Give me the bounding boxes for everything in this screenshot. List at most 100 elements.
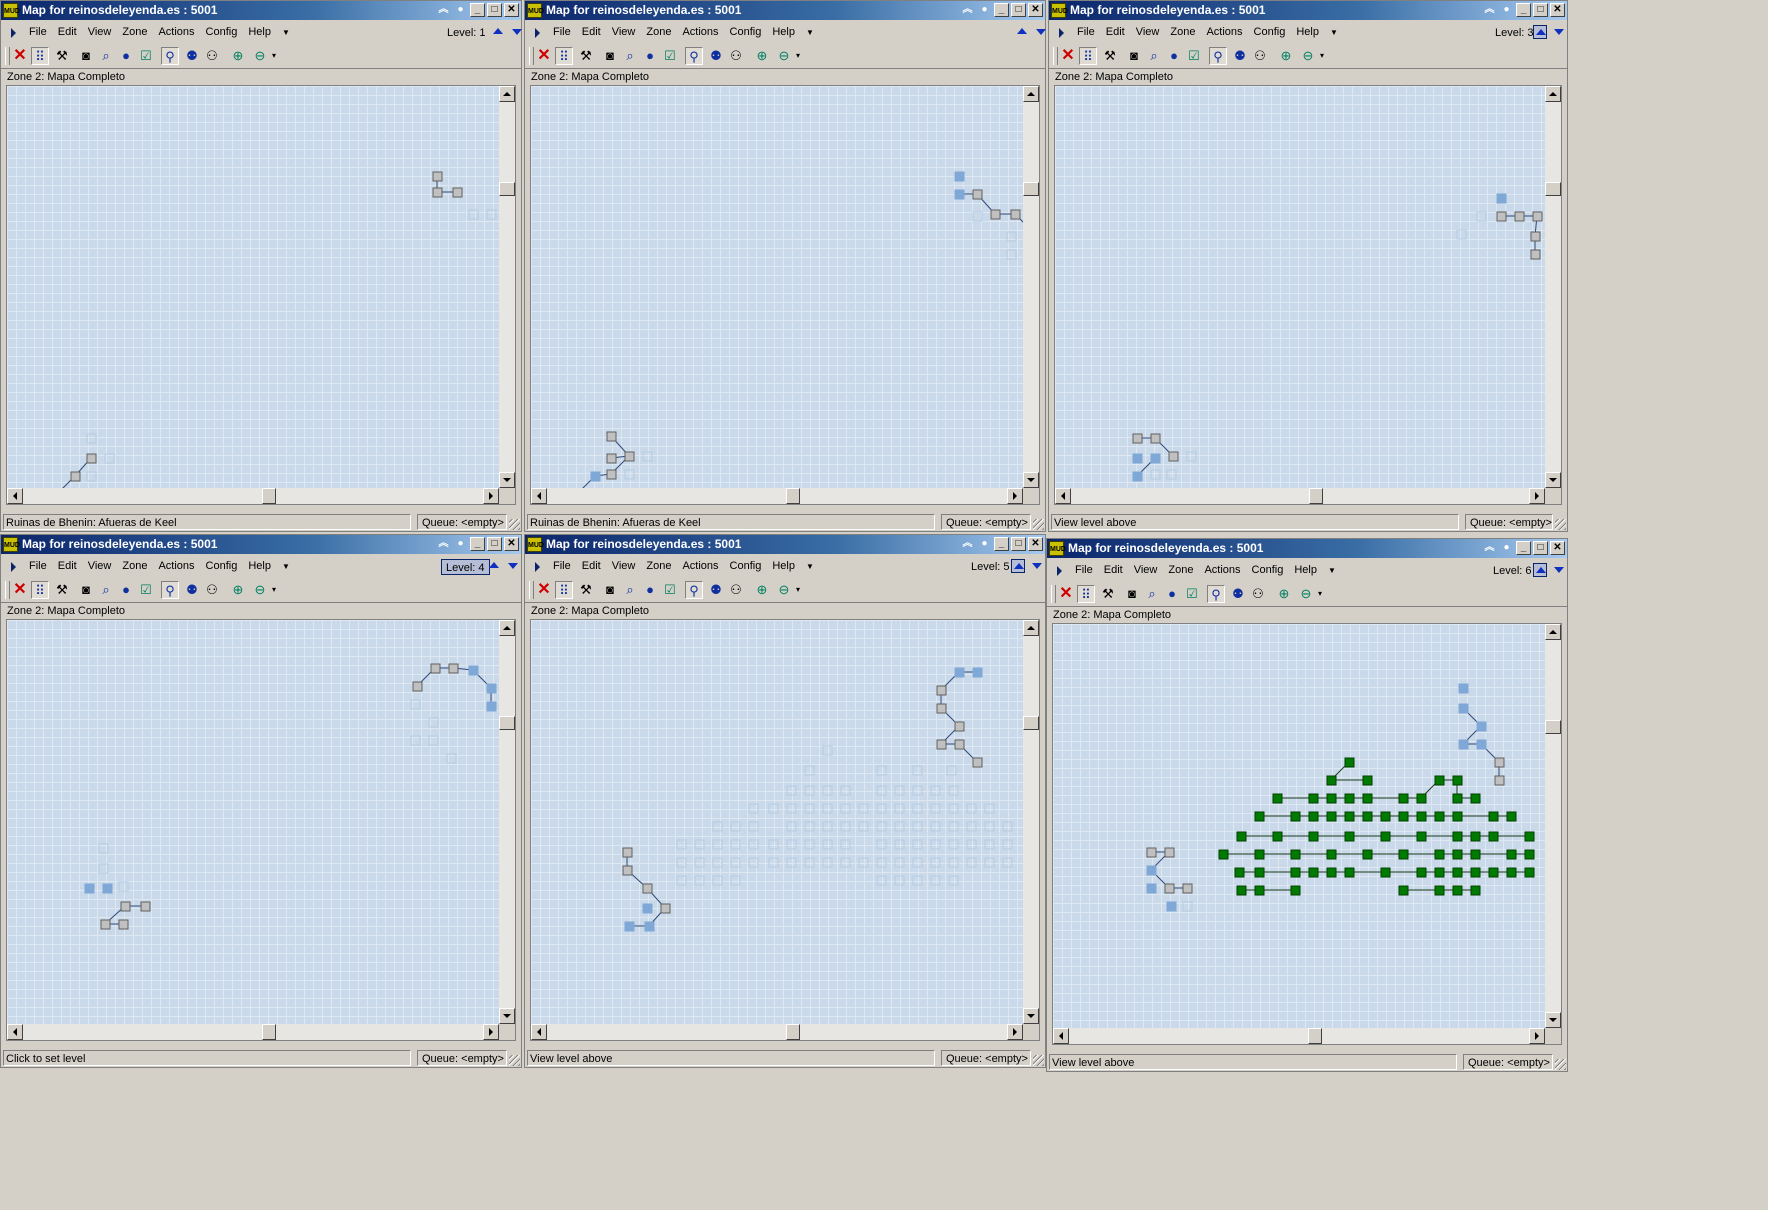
zoom-in-icon[interactable]: ⊕ [753,581,771,599]
close-button[interactable]: ✕ [504,3,519,17]
horizontal-scroll-thumb[interactable] [786,488,800,504]
room-explored[interactable] [1470,867,1481,878]
room-unexplored[interactable] [676,857,687,868]
title-bar[interactable]: MUD Map for reinosdeleyenda.es : 5001 ︽ ● _ □… [1047,539,1567,558]
vertical-scroll-thumb[interactable] [1023,716,1039,730]
room-unexplored[interactable] [876,821,887,832]
room-explored[interactable] [1434,849,1445,860]
scroll-left-button[interactable] [531,488,547,504]
menu-zone[interactable]: Zone [646,26,671,38]
map-canvas[interactable] [6,619,516,1041]
toolbar-grip[interactable] [529,47,534,65]
room-unexplored[interactable] [840,857,851,868]
check-icon[interactable]: ☑ [137,581,155,599]
toolbar-grip[interactable] [1051,585,1056,603]
menu-actions[interactable]: Actions [682,560,718,572]
room-unexplored[interactable] [676,875,687,886]
menu-actions[interactable]: Actions [682,26,718,38]
room-unexplored[interactable] [876,857,887,868]
room-current-level[interactable] [1010,209,1021,220]
runner-icon[interactable]: ⚇ [1249,585,1267,603]
room-unexplored[interactable] [894,803,905,814]
room-unexplored[interactable] [912,839,923,850]
room-explored[interactable] [1452,775,1463,786]
scroll-right-button[interactable] [483,1024,499,1040]
level-indicator[interactable]: Level: 5 [967,559,1014,575]
minimize-button[interactable]: _ [470,537,485,551]
map-drawing[interactable] [531,620,1025,1026]
menu-actions[interactable]: Actions [1206,26,1242,38]
scroll-up-button[interactable] [1023,86,1039,102]
resize-grip-icon[interactable] [1555,519,1566,530]
room-unexplored[interactable] [804,857,815,868]
room-adjacent-level[interactable] [954,667,965,678]
room-adjacent-level[interactable] [1132,471,1143,482]
room-unexplored[interactable] [748,803,759,814]
title-bar[interactable]: MUD Map for reinosdeleyenda.es : 5001 ︽ ● _ □… [1049,1,1567,20]
room-explored[interactable] [1326,867,1337,878]
room-unexplored[interactable] [748,821,759,832]
scroll-left-button[interactable] [7,488,23,504]
room-current-level[interactable] [622,847,633,858]
room-other-level[interactable] [118,881,129,892]
menu-grip-icon[interactable] [1059,28,1064,38]
room-current-level[interactable] [432,187,443,198]
level-down-button[interactable] [1552,25,1566,39]
room-current-level[interactable] [954,739,965,750]
room-current-level[interactable] [1164,883,1175,894]
room-unexplored[interactable] [804,839,815,850]
room-other-level[interactable] [1006,231,1017,242]
zoom-out-icon[interactable]: ⊖ [251,581,269,599]
room-explored[interactable] [1254,867,1265,878]
room-explored[interactable] [1452,811,1463,822]
room-unexplored[interactable] [730,875,741,886]
room-current-level[interactable] [990,209,1001,220]
check-icon[interactable]: ☑ [661,47,679,65]
room-explored[interactable] [1416,831,1427,842]
binoculars-icon[interactable]: ◙ [1125,47,1143,65]
room-adjacent-level[interactable] [1496,193,1507,204]
minimize-button[interactable]: _ [1516,541,1531,555]
room-unexplored[interactable] [840,803,851,814]
room-explored[interactable] [1272,793,1283,804]
check-icon[interactable]: ☑ [1183,585,1201,603]
room-other-level[interactable] [98,863,109,874]
horizontal-scrollbar[interactable] [531,488,1023,504]
resize-grip-icon[interactable] [1555,1059,1566,1070]
map-canvas[interactable] [1052,623,1562,1045]
rollup-icon[interactable]: ︽ [960,3,975,17]
room-unexplored[interactable] [804,803,815,814]
room-unexplored[interactable] [822,821,833,832]
menu-help[interactable]: Help [772,560,795,572]
room-adjacent-level[interactable] [644,921,655,932]
room-current-level[interactable] [100,919,111,930]
minimize-button[interactable]: _ [994,3,1009,17]
room-current-level[interactable] [430,663,441,674]
room-other-level[interactable] [86,471,97,482]
room-unexplored[interactable] [712,875,723,886]
room-unexplored[interactable] [876,803,887,814]
zoom-out-icon[interactable]: ⊖ [1297,585,1315,603]
room-unexplored[interactable] [894,785,905,796]
room-current-level[interactable] [606,469,617,480]
room-explored[interactable] [1290,867,1301,878]
menu-help[interactable]: Help [772,26,795,38]
room-unexplored[interactable] [912,803,923,814]
room-explored[interactable] [1452,831,1463,842]
room-adjacent-level[interactable] [1458,683,1469,694]
maximize-button[interactable]: □ [487,537,502,551]
room-current-level[interactable] [1496,211,1507,222]
title-bar[interactable]: MUD Map for reinosdeleyenda.es : 5001 ︽ ● _ □… [1,535,521,554]
room-other-level[interactable] [446,753,457,764]
scroll-right-button[interactable] [1007,488,1023,504]
rollup-icon[interactable]: ︽ [1482,541,1497,555]
room-adjacent-level[interactable] [972,667,983,678]
toolbar-grip[interactable] [5,581,10,599]
room-adjacent-level[interactable] [642,903,653,914]
level-up-button[interactable] [1533,563,1547,577]
delete-icon[interactable]: ✕ [11,47,29,65]
minimize-button[interactable]: _ [470,3,485,17]
close-button[interactable]: ✕ [1028,3,1043,17]
room-unexplored[interactable] [876,839,887,850]
scroll-right-button[interactable] [1007,1024,1023,1040]
